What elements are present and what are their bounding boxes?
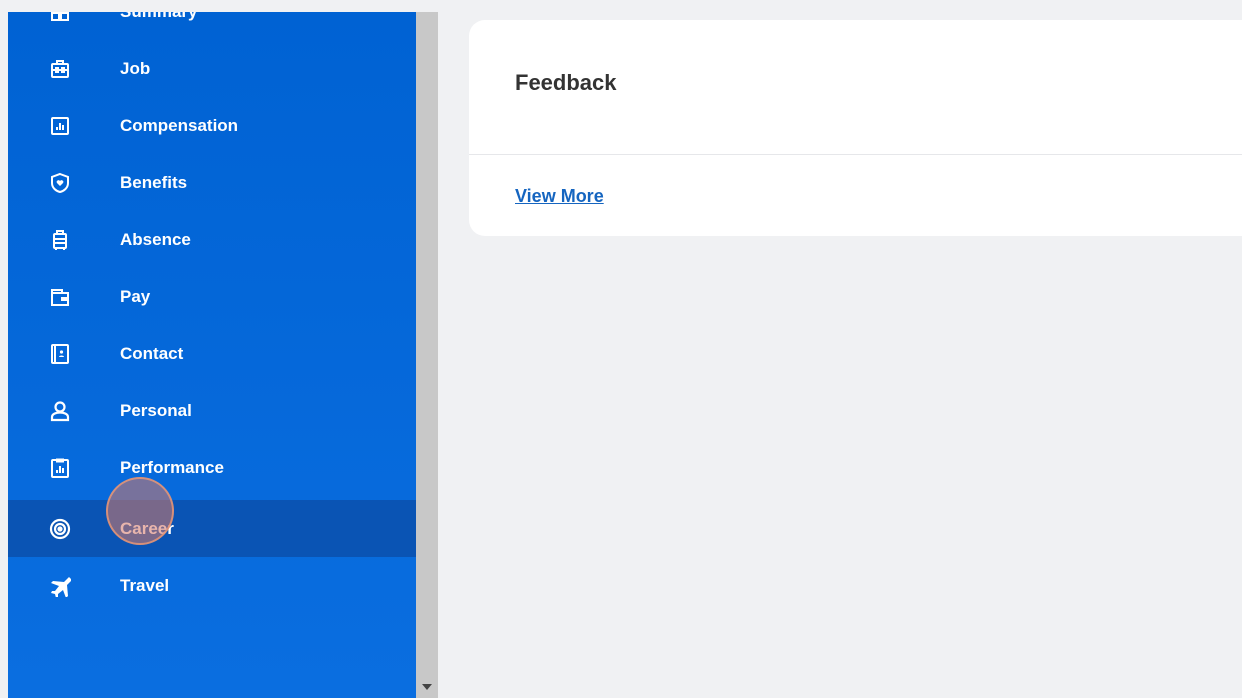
sidebar-item-personal[interactable]: Personal (8, 382, 416, 439)
sidebar-item-travel[interactable]: Travel (8, 557, 416, 614)
sidebar-item-label: Job (120, 58, 151, 78)
sidebar-item-absence[interactable]: Absence (8, 211, 416, 268)
luggage-icon (48, 228, 72, 252)
sidebar-item-pay[interactable]: Pay (8, 268, 416, 325)
shield-heart-icon (48, 171, 72, 195)
sidebar-item-label: Compensation (120, 115, 239, 135)
sidebar-item-label: Career (120, 518, 174, 538)
sidebar-item-label: Absence (120, 229, 191, 249)
contact-book-icon (48, 342, 72, 366)
sidebar-item-compensation[interactable]: Compensation (8, 97, 416, 154)
sidebar-item-label: Benefits (120, 172, 188, 192)
sidebar-item-label: Travel (120, 575, 170, 595)
sidebar-item-label: Personal (120, 400, 192, 420)
feedback-card: Feedback View More (469, 20, 1242, 236)
clipboard-chart-icon (48, 456, 72, 480)
sidebar-item-label: Summary (120, 12, 197, 22)
target-icon (48, 517, 72, 541)
top-strip (438, 0, 1242, 12)
sidebar-item-career[interactable]: Career (8, 500, 416, 557)
grid-icon (48, 12, 72, 24)
sidebar-item-job[interactable]: Job (8, 40, 416, 97)
sidebar-item-performance[interactable]: Performance (8, 439, 416, 496)
view-more-link[interactable]: View More (515, 186, 604, 207)
person-icon (48, 399, 72, 423)
bar-chart-icon (48, 114, 72, 138)
airplane-icon (48, 574, 72, 598)
card-title: Feedback (515, 70, 617, 95)
sidebar-nav: Summary Job Compensation Benefits Absenc… (8, 12, 416, 698)
sidebar-scrollbar[interactable] (416, 12, 438, 698)
sidebar-item-label: Performance (120, 457, 224, 477)
sidebar-item-label: Pay (120, 286, 151, 306)
sidebar-item-label: Contact (120, 343, 184, 363)
briefcase-icon (48, 57, 72, 81)
card-divider (469, 154, 1242, 155)
scroll-down-arrow-icon[interactable] (416, 680, 438, 694)
sidebar-item-benefits[interactable]: Benefits (8, 154, 416, 211)
sidebar-item-summary[interactable]: Summary (8, 12, 416, 40)
wallet-icon (48, 285, 72, 309)
sidebar-item-contact[interactable]: Contact (8, 325, 416, 382)
